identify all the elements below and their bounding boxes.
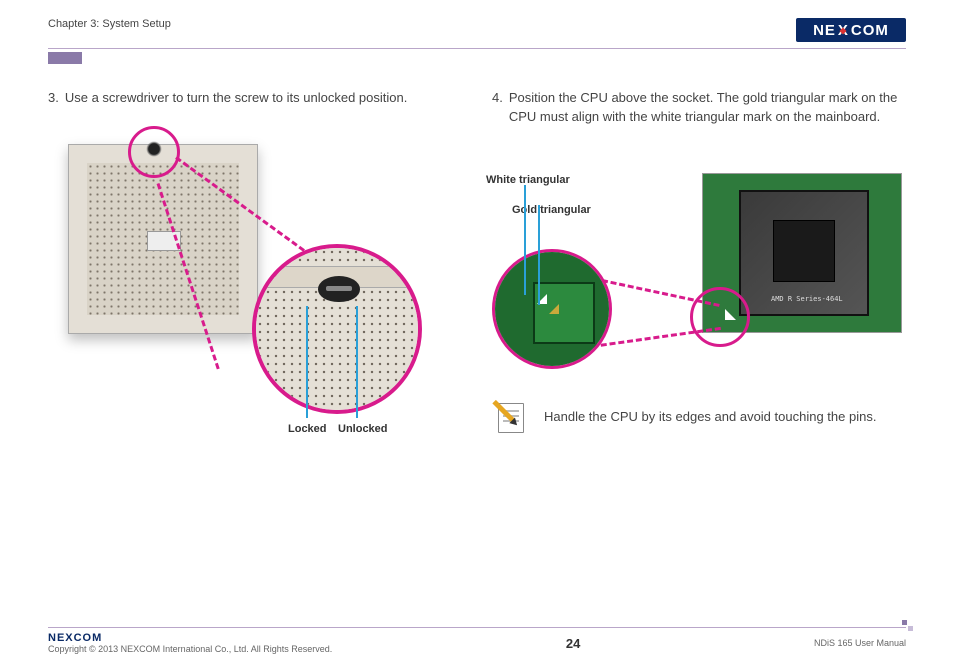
step-text: Position the CPU above the socket. The g… (509, 89, 906, 127)
screw-zoom-icon (318, 276, 360, 302)
figure-cpu-align: White triangular Gold triangular AMD R S… (492, 145, 906, 385)
indicator-line (538, 205, 540, 305)
note: Handle the CPU by its edges and avoid to… (492, 401, 906, 435)
step-text: Use a screwdriver to turn the screw to i… (65, 89, 407, 108)
nexcom-logo: NEXCOM (796, 18, 906, 42)
label-unlocked: Unlocked (338, 422, 388, 438)
page-header: Chapter 3: System Setup NEXCOM (48, 18, 906, 49)
copyright-text: Copyright © 2013 NEXCOM International Co… (48, 644, 332, 654)
chapter-title: Chapter 3: System Setup (48, 18, 171, 30)
section-tab (48, 52, 82, 64)
callout-circle-board (492, 249, 612, 369)
logo-x: X (836, 22, 851, 39)
indicator-line (306, 306, 308, 418)
label-locked: Locked (288, 422, 327, 438)
document-name: NDiS 165 User Manual (814, 638, 906, 648)
callout-circle-zoom (252, 244, 422, 414)
footer-logo: NEXCOM (48, 632, 332, 644)
content-area: 3. Use a screwdriver to turn the screw t… (48, 49, 906, 456)
callout-circle-small (128, 126, 180, 178)
page-number: 24 (566, 636, 580, 651)
logo-post: COM (851, 22, 889, 39)
figure-socket-screw: Locked Unlocked (48, 126, 462, 456)
step-3: 3. Use a screwdriver to turn the screw t… (48, 89, 462, 108)
label-white-triangular: White triangular (486, 173, 591, 189)
page-footer: NEXCOM Copyright © 2013 NEXCOM Internati… (48, 627, 906, 654)
note-icon (492, 401, 526, 435)
step-number: 3. (48, 89, 59, 108)
step-number: 4. (492, 89, 503, 127)
note-text: Handle the CPU by its edges and avoid to… (544, 408, 876, 427)
footer-decoration-icon (902, 620, 912, 630)
left-column: 3. Use a screwdriver to turn the screw t… (48, 89, 462, 456)
callout-circle-small (690, 287, 750, 347)
indicator-line (524, 185, 526, 295)
cpu-marking: AMD R Series-464L (771, 294, 843, 304)
right-column: 4. Position the CPU above the socket. Th… (492, 89, 906, 456)
logo-pre: NE (813, 22, 836, 39)
cpu-die (773, 220, 835, 282)
step-4: 4. Position the CPU above the socket. Th… (492, 89, 906, 127)
indicator-line (356, 306, 358, 418)
gold-triangle-icon (549, 304, 559, 314)
socket-corner (533, 282, 595, 344)
